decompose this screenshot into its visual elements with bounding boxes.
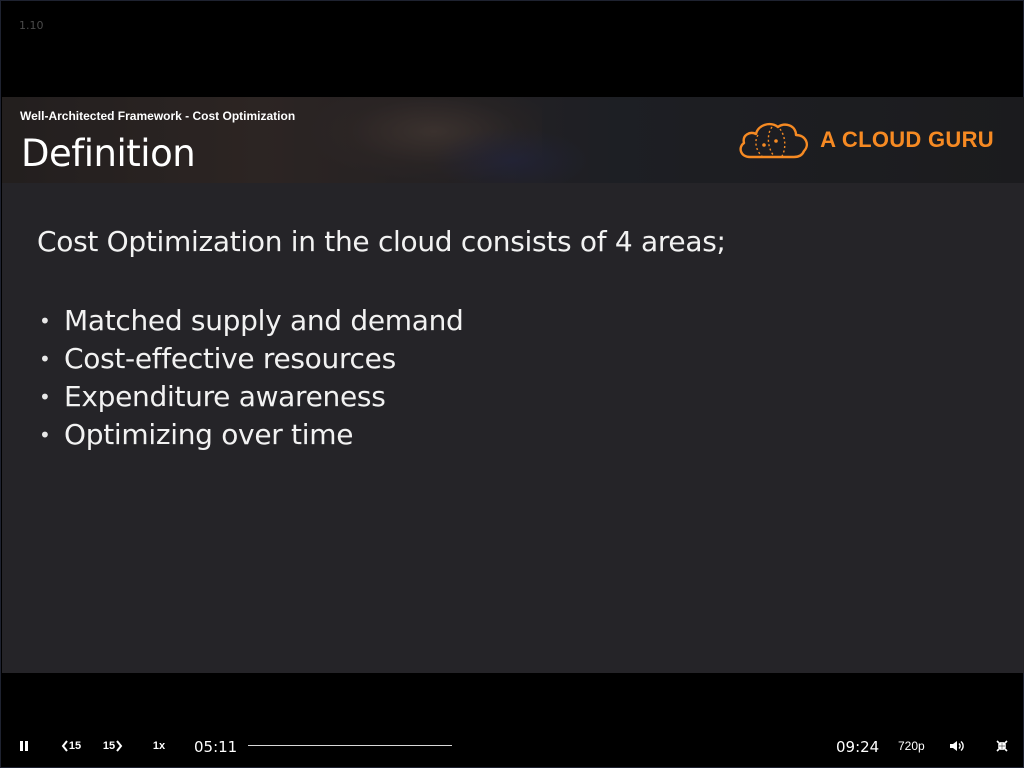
pause-icon bbox=[20, 741, 28, 751]
brand-logo: A CLOUD GURU bbox=[736, 119, 994, 161]
cloud-logo-icon bbox=[736, 119, 810, 161]
slide-header: Well-Architected Framework - Cost Optimi… bbox=[2, 97, 1024, 183]
list-item: • Expenditure awareness bbox=[37, 378, 726, 416]
slide-title: Definition bbox=[21, 132, 196, 175]
rewind-label: 15 bbox=[68, 740, 82, 752]
version-label: 1.10 bbox=[19, 19, 44, 32]
bullet-icon: • bbox=[39, 347, 51, 371]
duration: 09:24 bbox=[836, 738, 880, 756]
slide-intro: Cost Optimization in the cloud consists … bbox=[37, 225, 726, 258]
exit-fullscreen-icon bbox=[996, 740, 1008, 752]
bullet-icon: • bbox=[39, 423, 51, 447]
chevron-left-icon bbox=[61, 740, 68, 752]
bullet-list: • Matched supply and demand • Cost-effecti… bbox=[37, 302, 726, 454]
chevron-right-icon bbox=[116, 740, 123, 752]
forward-label: 15 bbox=[102, 740, 116, 752]
bullet-text: Matched supply and demand bbox=[64, 304, 464, 337]
forward-button[interactable]: 15 bbox=[100, 737, 126, 755]
progress-scrubber[interactable] bbox=[248, 745, 452, 746]
current-time: 05:11 bbox=[194, 738, 238, 756]
list-item: • Matched supply and demand bbox=[37, 302, 726, 340]
slide: Well-Architected Framework - Cost Optimi… bbox=[2, 97, 1024, 673]
rewind-button[interactable]: 15 bbox=[58, 737, 84, 755]
volume-icon bbox=[950, 740, 964, 752]
list-item: • Optimizing over time bbox=[37, 416, 726, 454]
bullet-text: Cost-effective resources bbox=[64, 342, 396, 375]
pause-button[interactable] bbox=[16, 737, 32, 755]
bullet-text: Expenditure awareness bbox=[64, 380, 386, 413]
exit-fullscreen-button[interactable] bbox=[994, 737, 1010, 755]
speed-button[interactable]: 1x bbox=[149, 737, 169, 755]
video-player[interactable]: 1.10 Well-Architected Framework - Cost O… bbox=[0, 0, 1024, 768]
slide-body: Cost Optimization in the cloud consists … bbox=[37, 225, 726, 454]
quality-button[interactable]: 720p bbox=[898, 739, 925, 753]
bullet-icon: • bbox=[39, 309, 51, 333]
brand-name: A CLOUD GURU bbox=[820, 127, 994, 152]
section-label: Well-Architected Framework - Cost Optimi… bbox=[20, 109, 296, 123]
list-item: • Cost-effective resources bbox=[37, 340, 726, 378]
bullet-text: Optimizing over time bbox=[64, 418, 354, 451]
volume-button[interactable] bbox=[948, 737, 966, 755]
bullet-icon: • bbox=[39, 385, 51, 409]
